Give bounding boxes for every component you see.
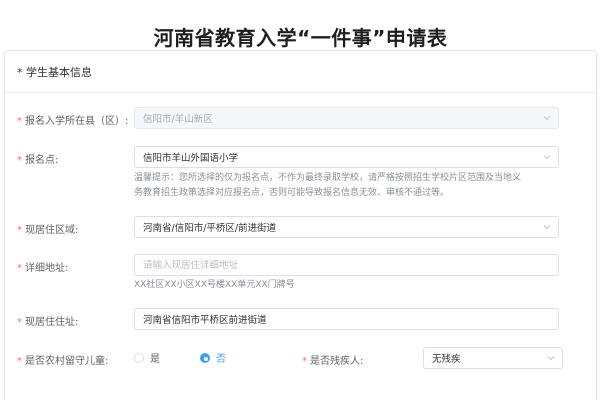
disabled-select[interactable]: 无残疾 — [423, 347, 563, 369]
section-header: * 学生基本信息 — [5, 51, 596, 93]
school-label: * 报名点: — [17, 155, 59, 166]
county-label: * 报名入学所在县（区）: — [17, 116, 129, 127]
detail-address-input[interactable] — [143, 259, 558, 271]
detail-address-field[interactable] — [134, 254, 559, 276]
radio-checked-icon — [200, 352, 210, 363]
chevron-down-icon — [543, 225, 551, 230]
current-address-field[interactable]: 河南省信阳市平桥区前进街道 — [134, 308, 559, 330]
chevron-down-icon — [547, 356, 555, 361]
disabled-label: * 是否残疾人: — [302, 356, 364, 367]
current-address-label: * 现居住住址: — [17, 317, 79, 328]
school-hint: 温馨提示：您所选择的仅为报名点，不作为最终录取学校，请严格按照招生学校片区范围及… — [134, 173, 522, 198]
residence-area-select[interactable]: 河南省/信阳市/平桥区/前进街道 — [134, 216, 559, 238]
chevron-down-icon — [543, 116, 551, 121]
left-behind-radio-yes[interactable]: 是 — [134, 350, 160, 365]
county-select[interactable]: 信阳市/羊山新区 — [134, 107, 559, 129]
detail-address-hint: XX社区XX小区XX号楼XX单元XX门牌号 — [134, 280, 295, 290]
residence-area-label: * 现居住区域: — [17, 225, 79, 236]
chevron-down-icon — [543, 155, 551, 160]
radio-icon — [134, 352, 144, 363]
section-title: * 学生基本信息 — [17, 65, 92, 79]
left-behind-radio-group: 是 否 — [134, 350, 266, 365]
application-form-card: * 学生基本信息 * 报名入学所在县（区）: 信阳市/羊山新区 * 报名点: 信阳市… — [4, 50, 597, 400]
left-behind-label: * 是否农村留守儿童: — [17, 356, 109, 367]
page-title: 河南省教育入学“一件事”申请表 — [153, 26, 448, 50]
detail-address-label: * 详细地址: — [17, 263, 69, 274]
school-select[interactable]: 信阳市羊山外国语小学 — [134, 146, 559, 168]
left-behind-radio-no[interactable]: 否 — [200, 350, 226, 365]
